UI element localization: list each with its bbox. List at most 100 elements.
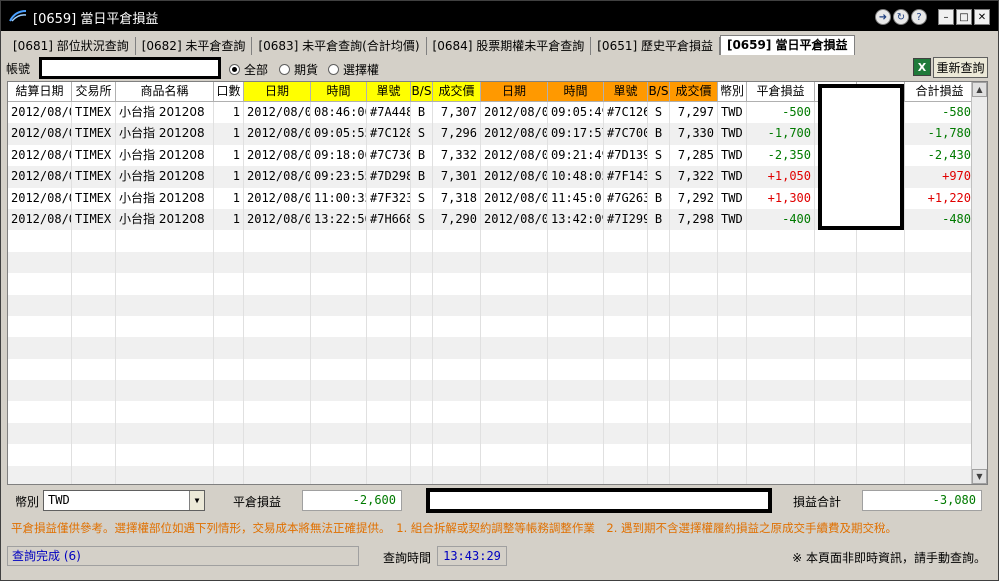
table-row[interactable]	[8, 358, 975, 381]
close-button[interactable]: ✕	[974, 9, 990, 25]
table-row[interactable]	[8, 401, 975, 423]
table-row[interactable]	[8, 294, 975, 316]
cell-close-order-no	[604, 294, 648, 316]
cell-open-time	[311, 230, 367, 252]
cell-settle-date	[8, 273, 72, 295]
query-time-label: 查詢時間	[383, 551, 432, 565]
cell-quantity: 1	[214, 187, 244, 209]
cell-quantity	[214, 251, 244, 274]
column-header-open-price[interactable]: 成交價	[433, 82, 481, 102]
tab-0682[interactable]: [0682] 未平倉查詢	[136, 37, 253, 55]
table-row[interactable]	[8, 230, 975, 252]
radio-options[interactable]: 選擇權	[328, 61, 379, 78]
table-row[interactable]	[8, 315, 975, 338]
cell-close-order-no	[604, 422, 648, 445]
radio-all[interactable]: 全部	[229, 61, 268, 78]
cell-currency	[718, 422, 747, 445]
tab-0684[interactable]: [0684] 股票期權未平倉查詢	[427, 37, 592, 55]
export-icon[interactable]: ➜	[875, 9, 891, 25]
summary-bar: 幣別 TWD ▼ 平倉損益 -2,600 損益合計 -3,080	[3, 488, 996, 514]
cell-close-order-no: #7D139	[604, 144, 648, 167]
cell-open-date	[244, 337, 311, 359]
column-header-currency[interactable]: 幣別	[718, 82, 747, 102]
tab-0681[interactable]: [0681] 部位狀況查詢	[7, 37, 136, 55]
radio-futures-label: 期貨	[294, 63, 319, 77]
cell-close-bs	[648, 337, 670, 359]
cell-total-pl	[905, 251, 975, 274]
scroll-down-icon[interactable]: ▼	[972, 469, 987, 484]
table-row[interactable]	[8, 337, 975, 359]
cell-close-pl	[747, 251, 815, 274]
maximize-button[interactable]: □	[956, 9, 972, 25]
cell-total-pl	[905, 273, 975, 295]
table-row[interactable]	[8, 251, 975, 274]
column-header-open-date[interactable]: 日期	[244, 82, 311, 102]
help-icon[interactable]: ?	[911, 9, 927, 25]
column-header-close-pl[interactable]: 平倉損益	[747, 82, 815, 102]
cell-close-date	[481, 251, 548, 274]
cell-open-date: 2012/08/08	[244, 166, 311, 188]
cell-open-date: 2012/08/08	[244, 208, 311, 231]
refresh-icon[interactable]: ↻	[893, 9, 909, 25]
cell-close-bs: S	[648, 144, 670, 167]
column-header-exchange[interactable]: 交易所	[72, 82, 116, 102]
tab-0659[interactable]: [0659] 當日平倉損益	[719, 35, 855, 55]
cell-exchange: TIMEX	[72, 187, 116, 209]
cell-settle-date: 2012/08/08	[8, 187, 72, 209]
excel-export-icon[interactable]: X	[913, 58, 931, 76]
cell-hidden-col-2	[857, 337, 905, 359]
scroll-up-icon[interactable]: ▲	[972, 82, 987, 97]
column-header-total-pl[interactable]: 合計損益	[905, 82, 975, 102]
cell-open-bs	[411, 465, 433, 484]
cell-open-bs	[411, 230, 433, 252]
minimize-button[interactable]: –	[938, 9, 954, 25]
cell-total-pl: -1,780	[905, 123, 975, 145]
tab-0651[interactable]: [0651] 歷史平倉損益	[591, 37, 720, 55]
cell-open-price	[433, 294, 481, 316]
cell-close-order-no	[604, 401, 648, 423]
title-bar: [0659] 當日平倉損益 ➜ ↻ ? – □ ✕	[1, 1, 998, 31]
cell-open-date	[244, 465, 311, 484]
vertical-scrollbar[interactable]: ▲ ▼	[971, 82, 987, 484]
requery-button[interactable]: 重新查詢	[933, 57, 988, 78]
cell-exchange: TIMEX	[72, 144, 116, 167]
cell-open-date: 2012/08/08	[244, 123, 311, 145]
column-header-settle-date[interactable]: 結算日期	[8, 82, 72, 102]
cell-open-time	[311, 444, 367, 466]
cell-close-bs: S	[648, 166, 670, 188]
table-row[interactable]	[8, 422, 975, 445]
cell-open-price	[433, 230, 481, 252]
column-header-open-time[interactable]: 時間	[311, 82, 367, 102]
table-row[interactable]	[8, 465, 975, 484]
column-header-close-time[interactable]: 時間	[548, 82, 604, 102]
cell-close-pl	[747, 294, 815, 316]
column-header-product-name[interactable]: 商品名稱	[116, 82, 214, 102]
cell-total-pl: -480	[905, 208, 975, 231]
cell-hidden-col-2	[857, 422, 905, 445]
table-row[interactable]	[8, 380, 975, 402]
radio-futures[interactable]: 期貨	[279, 61, 318, 78]
cell-product-name	[116, 358, 214, 381]
column-header-open-order-no[interactable]: 單號	[367, 82, 411, 102]
chevron-down-icon[interactable]: ▼	[189, 491, 204, 510]
cell-close-price: 7,298	[670, 208, 718, 231]
column-header-quantity[interactable]: 口數	[214, 82, 244, 102]
tab-0683[interactable]: [0683] 未平倉查詢(合計均價)	[252, 37, 427, 55]
column-header-close-order-no[interactable]: 單號	[604, 82, 648, 102]
column-header-close-date[interactable]: 日期	[481, 82, 548, 102]
cell-total-pl	[905, 337, 975, 359]
cell-close-date	[481, 273, 548, 295]
table-row[interactable]	[8, 444, 975, 466]
column-header-open-bs[interactable]: B/S	[411, 82, 433, 102]
column-header-close-price[interactable]: 成交價	[670, 82, 718, 102]
cell-close-order-no: #7F143	[604, 166, 648, 188]
cell-open-time	[311, 337, 367, 359]
app-logo-icon	[9, 10, 27, 22]
cell-close-date	[481, 444, 548, 466]
table-row[interactable]	[8, 273, 975, 295]
currency-select[interactable]: TWD ▼	[43, 490, 205, 511]
cell-settle-date	[8, 380, 72, 402]
cell-settle-date: 2012/08/08	[8, 144, 72, 167]
account-input[interactable]	[39, 57, 221, 79]
column-header-close-bs[interactable]: B/S	[648, 82, 670, 102]
